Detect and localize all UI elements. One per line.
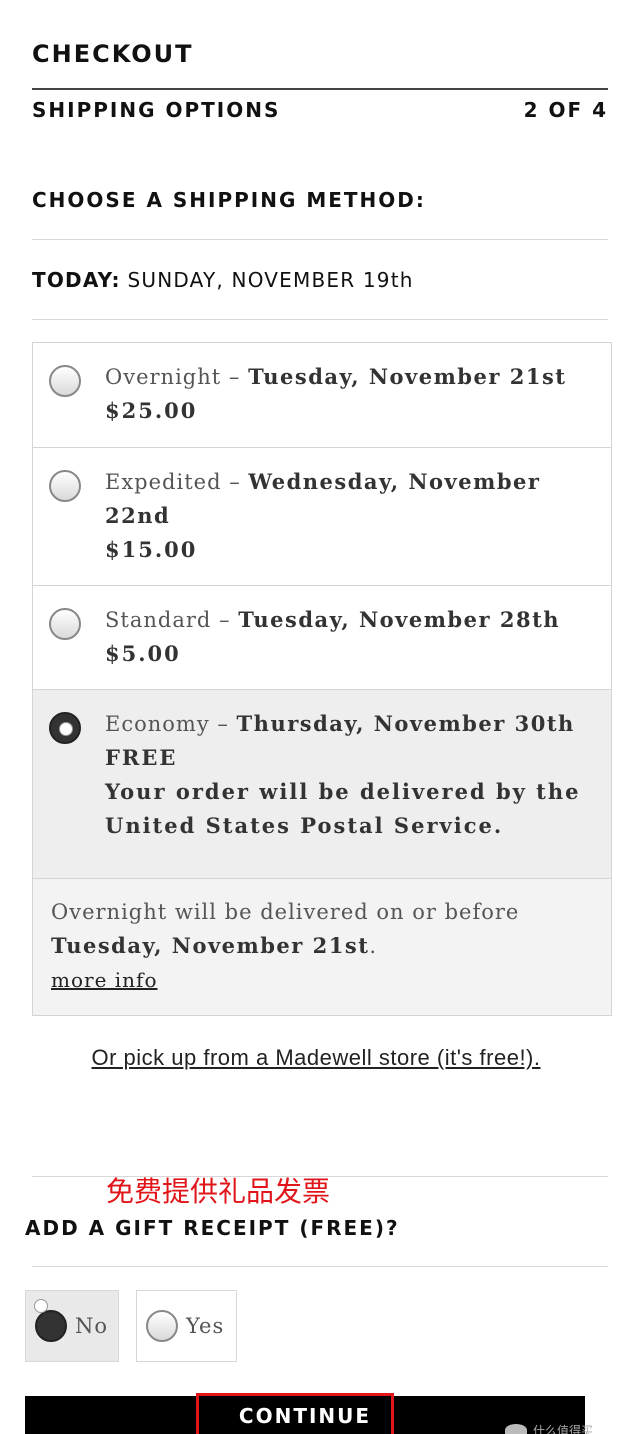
shipping-method-heading: CHOOSE A SHIPPING METHOD:	[32, 188, 426, 212]
section-title: SHIPPING OPTIONS	[32, 98, 281, 122]
option-price: FREE	[105, 745, 178, 770]
watermark-logo-icon	[505, 1424, 527, 1434]
gift-receipt-yes-label: Yes	[186, 1314, 225, 1338]
shipping-options-list: Overnight – Tuesday, November 21st $25.0…	[32, 342, 612, 1016]
info-date: Tuesday, November 21st	[51, 933, 370, 958]
radio-unselected-icon[interactable]	[49, 608, 81, 640]
gift-receipt-yes-option[interactable]: Yes	[136, 1290, 237, 1362]
store-pickup-link[interactable]: Or pick up from a Madewell store (it's f…	[60, 1040, 572, 1075]
step-row: SHIPPING OPTIONS 2 OF 4	[32, 98, 608, 122]
option-price: $5.00	[105, 641, 181, 666]
option-name: Standard	[105, 608, 212, 632]
shipping-option-overnight[interactable]: Overnight – Tuesday, November 21st $25.0…	[33, 343, 611, 448]
watermark-text: 什么值得买	[533, 1424, 593, 1434]
today-label: TODAY:	[32, 268, 121, 292]
shipping-option-economy[interactable]: Economy – Thursday, November 30th FREE Y…	[33, 690, 611, 879]
option-price: $25.00	[105, 398, 198, 423]
divider	[32, 319, 608, 320]
info-text: Overnight will be delivered on or before…	[51, 900, 520, 958]
delivery-info-box: Overnight will be delivered on or before…	[33, 879, 611, 1015]
header-divider	[32, 88, 608, 90]
gift-receipt-no-label: No	[75, 1314, 109, 1338]
radio-unselected-icon[interactable]	[146, 1310, 178, 1342]
radio-unselected-icon[interactable]	[49, 470, 81, 502]
today-date: TODAY: SUNDAY, NOVEMBER 19th	[32, 268, 414, 293]
option-text: Overnight – Tuesday, November 21st $25.0…	[105, 360, 597, 428]
option-price: $15.00	[105, 537, 198, 562]
option-delivery-date: Thursday, November 30th	[236, 711, 575, 736]
step-indicator: 2 OF 4	[523, 98, 608, 122]
option-name: Expedited	[105, 470, 222, 494]
divider	[32, 239, 608, 240]
option-text: Standard – Tuesday, November 28th $5.00	[105, 603, 597, 671]
option-text: Economy – Thursday, November 30th FREE Y…	[105, 707, 597, 843]
more-info-link[interactable]: more info	[51, 968, 157, 992]
gift-receipt-no-option[interactable]: No	[25, 1290, 119, 1362]
option-name: Overnight	[105, 365, 222, 389]
divider	[32, 1266, 608, 1267]
radio-selected-icon[interactable]	[35, 1310, 67, 1342]
option-note: Your order will be delivered by the Unit…	[105, 779, 581, 838]
shipping-option-expedited[interactable]: Expedited – Wednesday, November 22nd $15…	[33, 448, 611, 586]
option-delivery-date: Tuesday, November 28th	[238, 607, 561, 632]
option-name: Economy	[105, 712, 210, 736]
radio-selected-icon[interactable]	[49, 712, 81, 744]
today-value: SUNDAY, NOVEMBER 19th	[127, 268, 414, 292]
shipping-option-standard[interactable]: Standard – Tuesday, November 28th $5.00	[33, 586, 611, 690]
page-title: CHECKOUT	[32, 40, 194, 68]
option-delivery-date: Tuesday, November 21st	[248, 364, 567, 389]
annotation-note: 免费提供礼品发票	[106, 1175, 331, 1208]
option-text: Expedited – Wednesday, November 22nd $15…	[105, 465, 597, 567]
radio-unselected-icon[interactable]	[49, 365, 81, 397]
gift-receipt-heading: ADD A GIFT RECEIPT (FREE)?	[25, 1216, 400, 1240]
